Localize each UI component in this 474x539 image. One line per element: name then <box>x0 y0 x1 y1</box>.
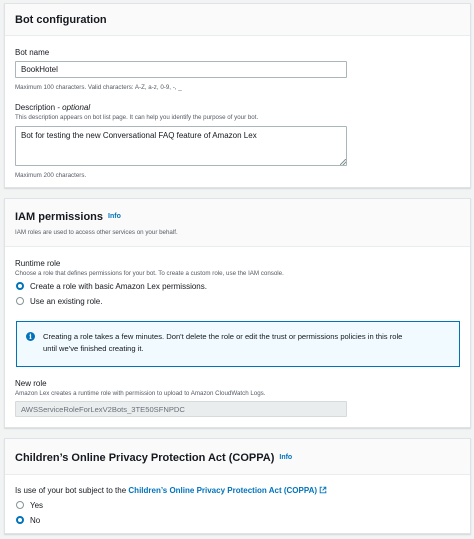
coppa-header: Children’s Online Privacy Protection Act… <box>5 439 470 475</box>
radio-coppa-yes-indicator[interactable] <box>16 501 24 509</box>
radio-coppa-no-label: No <box>30 515 41 525</box>
coppa-panel: Children’s Online Privacy Protection Act… <box>4 438 471 534</box>
runtime-role-label: Runtime role <box>15 259 61 268</box>
bot-name-input[interactable] <box>15 61 347 78</box>
alert-line-2: until we've finished creating it. <box>43 344 144 353</box>
bot-configuration-title: Bot configuration <box>15 14 107 26</box>
radio-coppa-no[interactable]: No <box>16 515 40 525</box>
runtime-role-help: Choose a role that defines permissions f… <box>15 270 284 277</box>
radio-coppa-no-indicator[interactable] <box>16 516 24 524</box>
description-label-text: Description <box>15 103 56 112</box>
iam-permissions-header: IAM permissions Info IAM roles are used t… <box>5 199 470 247</box>
coppa-title-text: Children’s Online Privacy Protection Act… <box>15 452 275 464</box>
radio-coppa-yes[interactable]: Yes <box>16 500 43 510</box>
new-role-input <box>15 401 347 417</box>
iam-permissions-subtitle: IAM roles are used to access other servi… <box>15 229 178 236</box>
coppa-title: Children’s Online Privacy Protection Act… <box>15 452 292 464</box>
iam-permissions-title: IAM permissions Info <box>15 211 121 223</box>
coppa-info-link[interactable]: Info <box>279 454 292 461</box>
new-role-label: New role <box>15 379 47 388</box>
role-creation-alert: i Creating a role takes a few minutes. D… <box>16 321 460 367</box>
bot-configuration-panel: Bot configuration Bot name Maximum 100 c… <box>4 3 471 188</box>
radio-existing-role-indicator[interactable] <box>16 297 24 305</box>
iam-info-link[interactable]: Info <box>108 213 121 220</box>
radio-create-role-label: Create a role with basic Amazon Lex perm… <box>30 281 207 291</box>
alert-text: Creating a role takes a few minutes. Don… <box>43 331 453 355</box>
description-textarea[interactable] <box>15 126 347 166</box>
iam-permissions-title-text: IAM permissions <box>15 211 104 223</box>
radio-coppa-yes-label: Yes <box>30 500 44 510</box>
coppa-question: Is use of your bot subject to the Childr… <box>15 486 327 495</box>
radio-create-role-indicator[interactable] <box>16 282 24 290</box>
radio-existing-role-label: Use an existing role. <box>30 296 103 306</box>
bot-name-label: Bot name <box>15 48 50 57</box>
alert-line-1: Creating a role takes a few minutes. Don… <box>43 332 403 341</box>
new-role-help: Amazon Lex creates a runtime role with p… <box>15 390 266 397</box>
bot-name-hint: Maximum 100 characters. Valid characters… <box>15 84 182 91</box>
radio-create-role[interactable]: Create a role with basic Amazon Lex perm… <box>16 281 207 291</box>
radio-existing-role[interactable]: Use an existing role. <box>16 296 102 306</box>
description-hint: Maximum 200 characters. <box>15 172 87 179</box>
description-optional-tag: optional <box>62 103 91 112</box>
coppa-question-prefix: Is use of your bot subject to the <box>15 486 129 495</box>
resize-grip-icon[interactable] <box>340 159 346 165</box>
description-label: Description - optional <box>15 103 90 112</box>
bot-configuration-header: Bot configuration <box>5 4 470 36</box>
external-link-icon[interactable] <box>319 486 327 494</box>
description-help: This description appears on bot list pag… <box>15 114 259 121</box>
info-circle-icon: i <box>26 332 35 341</box>
iam-permissions-panel: IAM permissions Info IAM roles are used t… <box>4 198 471 428</box>
coppa-link[interactable]: Children’s Online Privacy Protection Act… <box>128 486 317 495</box>
